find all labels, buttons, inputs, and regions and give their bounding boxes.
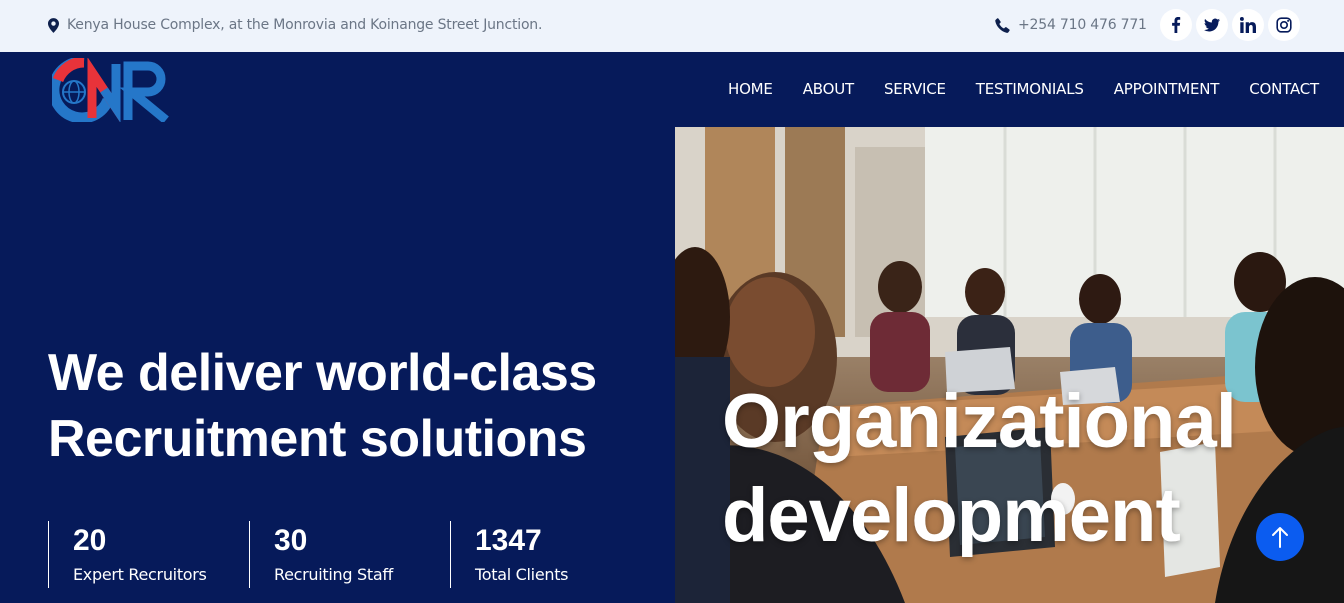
phone[interactable]: +254 710 476 771 <box>995 17 1147 33</box>
phone-icon <box>995 17 1010 33</box>
hero-title-line-1: We deliver world-class <box>48 344 597 402</box>
hero-title: We deliver world-class Recruitment solut… <box>48 340 668 472</box>
stat-label: Recruiting Staff <box>274 565 394 584</box>
stat-value: 1347 <box>475 524 542 557</box>
facebook-icon <box>1172 17 1181 33</box>
social-links <box>1160 9 1300 41</box>
top-bar: Kenya House Complex, at the Monrovia and… <box>0 0 1344 52</box>
stat-label: Total Clients <box>475 565 569 584</box>
stat-value: 20 <box>73 524 107 557</box>
nav-about[interactable]: ABOUT <box>803 80 854 98</box>
logo[interactable] <box>52 58 174 122</box>
nav-service[interactable]: SERVICE <box>884 80 946 98</box>
nav-contact[interactable]: CONTACT <box>1249 80 1319 98</box>
instagram-link[interactable] <box>1268 9 1300 41</box>
slide-caption-line-1: Organizational <box>722 379 1237 464</box>
linkedin-link[interactable] <box>1232 9 1264 41</box>
location-pin-icon <box>48 17 59 33</box>
address-text: Kenya House Complex, at the Monrovia and… <box>67 17 543 33</box>
instagram-icon <box>1276 17 1292 33</box>
address: Kenya House Complex, at the Monrovia and… <box>48 17 542 33</box>
nav-home[interactable]: HOME <box>728 80 773 98</box>
main-nav: HOME ABOUT SERVICE TESTIMONIALS APPOINTM… <box>728 80 1319 98</box>
stats: 20 Expert Recruitors 30 Recruiting Staff… <box>48 521 651 588</box>
nav-appointment[interactable]: APPOINTMENT <box>1114 80 1220 98</box>
facebook-link[interactable] <box>1160 9 1192 41</box>
back-to-top-button[interactable] <box>1256 513 1304 561</box>
phone-number[interactable]: +254 710 476 771 <box>1018 17 1147 33</box>
slide-caption-line-2: development <box>722 473 1181 558</box>
slide-caption: Organizational development <box>722 375 1237 563</box>
stat-value: 30 <box>274 524 308 557</box>
nav-testimonials[interactable]: TESTIMONIALS <box>976 80 1084 98</box>
stat-expert-recruitors: 20 Expert Recruitors <box>48 521 249 588</box>
twitter-link[interactable] <box>1196 9 1228 41</box>
stat-total-clients: 1347 Total Clients <box>450 521 651 588</box>
twitter-icon <box>1204 18 1220 32</box>
linkedin-icon <box>1240 17 1256 33</box>
hero-title-line-2: Recruitment solutions <box>48 410 587 468</box>
arrow-up-icon <box>1272 527 1288 548</box>
stat-label: Expert Recruitors <box>73 565 207 584</box>
stat-recruiting-staff: 30 Recruiting Staff <box>249 521 450 588</box>
